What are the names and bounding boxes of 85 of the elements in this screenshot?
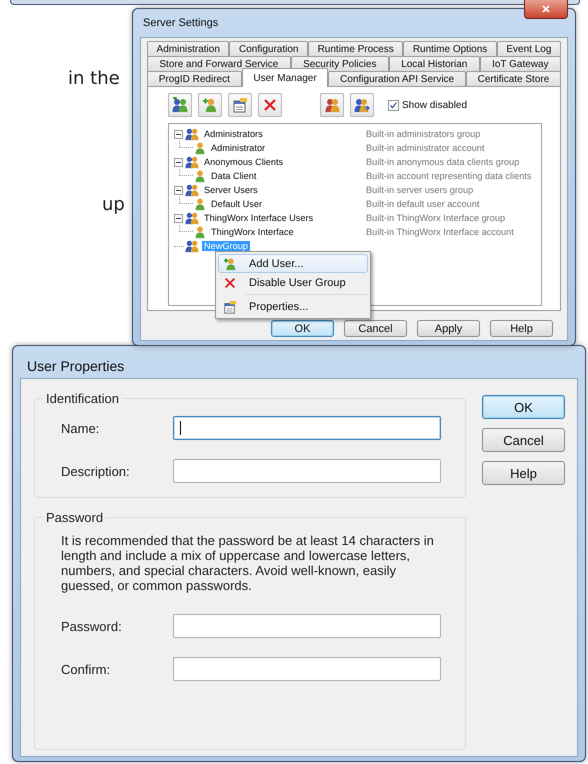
user-icon bbox=[193, 169, 207, 183]
window-title: User Properties bbox=[27, 358, 124, 374]
text-field[interactable] bbox=[173, 459, 441, 483]
user-description: Built-in default user account bbox=[366, 199, 480, 209]
tab[interactable]: User Manager bbox=[242, 68, 328, 87]
users-arrow-icon bbox=[354, 97, 370, 113]
group-description: Built-in ThingWorx Interface group bbox=[366, 213, 506, 223]
group-description: Built-in administrators group bbox=[366, 129, 480, 139]
user-icon bbox=[193, 141, 207, 155]
menu-item[interactable]: Properties... bbox=[218, 297, 368, 316]
text-field[interactable] bbox=[173, 614, 441, 638]
group-name[interactable]: Administrators bbox=[202, 129, 265, 139]
toolbar-button[interactable] bbox=[228, 93, 252, 117]
user-icon bbox=[193, 225, 207, 239]
close-icon bbox=[540, 3, 552, 15]
close-button[interactable] bbox=[524, 0, 568, 19]
dialog-button[interactable]: Cancel bbox=[482, 428, 565, 452]
text-field[interactable] bbox=[173, 657, 441, 681]
tab[interactable]: Event Log bbox=[496, 41, 561, 57]
field-label: Confirm: bbox=[61, 662, 112, 676]
toolbar-button[interactable] bbox=[168, 93, 192, 117]
user-description: Built-in ThingWorx Interface account bbox=[366, 227, 514, 237]
group-name[interactable]: Server Users bbox=[202, 185, 260, 195]
document-text: in the bbox=[68, 68, 120, 89]
tab[interactable]: IoT Gateway bbox=[480, 56, 561, 72]
user-description: Built-in account representing data clients bbox=[366, 171, 532, 181]
users-icon bbox=[184, 211, 200, 225]
toolbar-button[interactable] bbox=[350, 93, 374, 117]
text-field[interactable] bbox=[173, 416, 441, 440]
dialog-button[interactable]: OK bbox=[271, 320, 334, 337]
dialog-button[interactable]: Apply bbox=[417, 320, 480, 337]
tab[interactable]: Certificate Store bbox=[466, 71, 562, 87]
dialog-button[interactable]: OK bbox=[482, 395, 565, 419]
add-user-icon bbox=[202, 97, 218, 113]
delete-icon bbox=[223, 276, 237, 290]
tab[interactable]: Configuration bbox=[229, 41, 308, 57]
tab[interactable]: Runtime Options bbox=[403, 41, 497, 57]
document-text: up bbox=[102, 194, 125, 215]
field-label: Password: bbox=[61, 618, 123, 634]
collapse-icon[interactable] bbox=[174, 130, 183, 138]
user-name[interactable]: Default User bbox=[209, 199, 264, 209]
group-title: Password bbox=[45, 510, 104, 525]
tab[interactable]: Configuration API Service bbox=[328, 71, 466, 87]
users-icon bbox=[184, 155, 200, 169]
users-icon bbox=[324, 97, 340, 113]
field-label: Description: bbox=[61, 464, 131, 478]
dialog-button[interactable]: Help bbox=[482, 461, 565, 485]
users-icon bbox=[184, 183, 200, 197]
collapse-icon[interactable] bbox=[174, 214, 183, 222]
password-advice: It is recommended that the password be at least 14 characters in length and include a mix of uppercase and lowercase letters, numbers, and special characters. Avoid well-known, easily guessed, or common passwords. bbox=[61, 533, 435, 593]
checkbox[interactable] bbox=[388, 100, 399, 110]
group-name[interactable]: Anonymous Clients bbox=[202, 157, 286, 167]
user-name[interactable]: Administrator bbox=[209, 143, 268, 153]
window-title: Server Settings bbox=[143, 17, 218, 29]
toolbar-button[interactable] bbox=[198, 93, 222, 117]
properties-icon bbox=[223, 300, 237, 314]
group-description: Built-in anonymous data clients group bbox=[366, 157, 520, 167]
menu-item[interactable]: Disable User Group bbox=[218, 273, 368, 292]
collapse-icon[interactable] bbox=[174, 186, 183, 194]
menu-item[interactable]: Add User... bbox=[218, 254, 368, 273]
collapse-icon[interactable] bbox=[174, 158, 183, 166]
tab[interactable]: Local Historian bbox=[388, 56, 480, 72]
users-icon bbox=[184, 127, 200, 141]
field-label: Name: bbox=[61, 420, 100, 436]
properties-icon bbox=[232, 97, 248, 113]
delete-icon bbox=[262, 97, 278, 113]
group-description: Built-in server users group bbox=[366, 185, 474, 195]
toolbar-button[interactable] bbox=[320, 93, 344, 117]
group-name[interactable]: ThingWorx Interface Users bbox=[202, 213, 316, 223]
group-title: Identification bbox=[45, 391, 120, 406]
add-group-icon bbox=[172, 97, 188, 113]
dialog-button[interactable]: Help bbox=[490, 320, 553, 337]
tab[interactable]: Runtime Process bbox=[308, 41, 404, 57]
user-name[interactable]: ThingWorx Interface bbox=[209, 227, 296, 237]
user-name[interactable]: Data Client bbox=[209, 171, 258, 181]
toolbar-button[interactable] bbox=[258, 93, 282, 117]
user-description: Built-in administrator account bbox=[366, 143, 484, 153]
checkmark-icon bbox=[389, 100, 398, 110]
tab[interactable]: ProgID Redirect bbox=[147, 71, 242, 87]
users-icon bbox=[184, 239, 200, 253]
dialog-button[interactable]: Cancel bbox=[344, 320, 407, 337]
tab[interactable]: Administration bbox=[147, 41, 230, 57]
add-user-icon bbox=[223, 256, 237, 270]
checkbox-label: Show disabled bbox=[402, 100, 468, 110]
user-icon bbox=[193, 197, 207, 211]
